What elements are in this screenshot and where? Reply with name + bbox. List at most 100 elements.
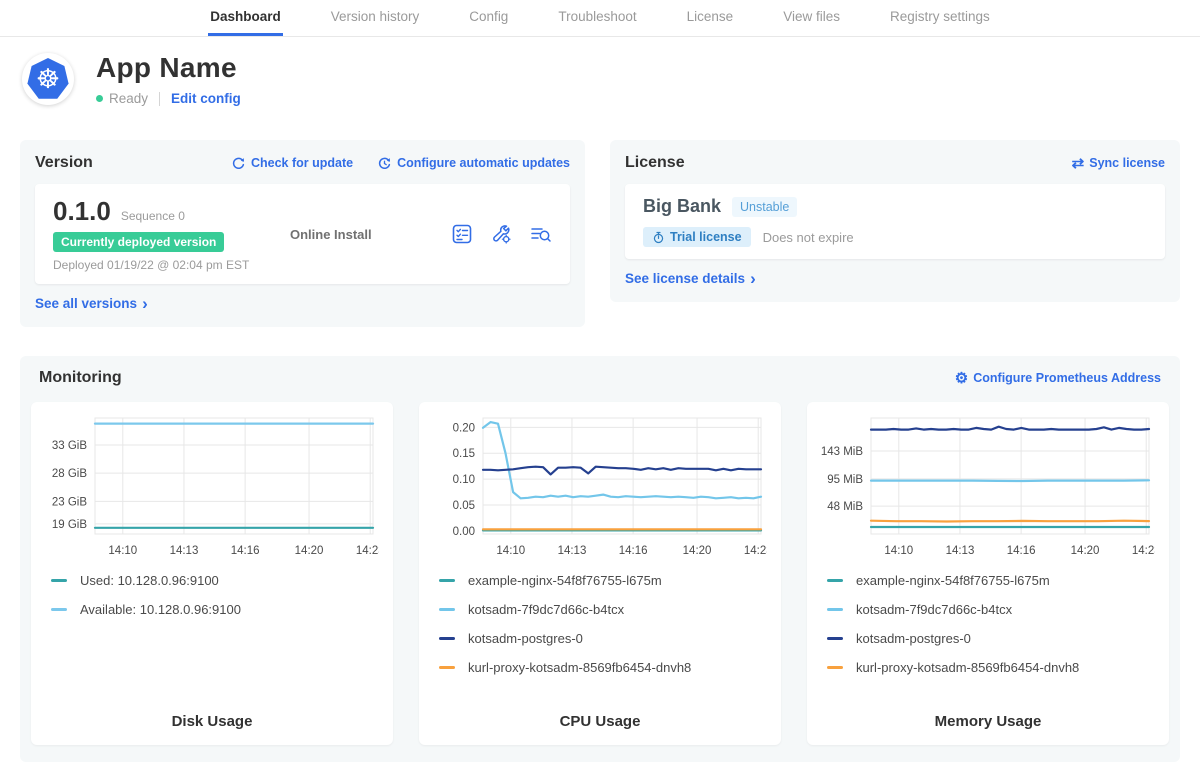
svg-text:14:10: 14:10 xyxy=(884,545,913,557)
disk-usage-legend: Used: 10.128.0.96:9100 Available: 10.128.… xyxy=(45,573,379,631)
svg-text:14:16: 14:16 xyxy=(231,545,260,557)
svg-text:23 GiB: 23 GiB xyxy=(52,496,87,508)
license-card: Big Bank Unstable Trial license Does not… xyxy=(625,184,1165,259)
legend-label: kotsadm-7f9dc7d66c-b4tcx xyxy=(856,602,1012,617)
legend-dash xyxy=(827,579,843,582)
sync-license-link[interactable]: ⇄ Sync license xyxy=(1072,154,1165,172)
svg-text:0.20: 0.20 xyxy=(453,422,475,434)
svg-text:19 GiB: 19 GiB xyxy=(52,519,87,531)
legend-dash xyxy=(51,608,67,611)
sync-license-label: Sync license xyxy=(1089,156,1165,170)
version-details: 0.1.0 Sequence 0 Currently deployed vers… xyxy=(53,196,290,272)
install-type-label: Online Install xyxy=(290,227,451,242)
configure-automatic-updates-label: Configure automatic updates xyxy=(397,156,570,170)
legend-label: kurl-proxy-kotsadm-8569fb6454-dnvh8 xyxy=(856,660,1079,675)
monitoring-header: Monitoring ⚙ Configure Prometheus Addres… xyxy=(30,369,1170,387)
app-status-row: Ready Edit config xyxy=(96,91,241,106)
legend-label: Available: 10.128.0.96:9100 xyxy=(80,602,241,617)
svg-text:14:20: 14:20 xyxy=(1071,545,1100,557)
legend-label: kotsadm-7f9dc7d66c-b4tcx xyxy=(468,602,624,617)
legend-label: kurl-proxy-kotsadm-8569fb6454-dnvh8 xyxy=(468,660,691,675)
channel-badge: Unstable xyxy=(732,197,797,217)
legend-item: kotsadm-7f9dc7d66c-b4tcx xyxy=(439,602,767,617)
legend-label: example-nginx-54f8f76755-l675m xyxy=(856,573,1050,588)
svg-text:14:13: 14:13 xyxy=(170,545,199,557)
tab-version-history[interactable]: Version history xyxy=(329,0,422,36)
app-info: App Name Ready Edit config xyxy=(96,52,241,106)
svg-text:14:16: 14:16 xyxy=(1007,545,1036,557)
legend-item: kotsadm-7f9dc7d66c-b4tcx xyxy=(827,602,1155,617)
see-all-versions-label: See all versions xyxy=(35,296,137,311)
view-logs-icon[interactable] xyxy=(529,223,552,245)
svg-text:28 GiB: 28 GiB xyxy=(52,468,87,480)
legend-item: example-nginx-54f8f76755-l675m xyxy=(827,573,1155,588)
svg-text:48 MiB: 48 MiB xyxy=(827,501,863,513)
legend-label: kotsadm-postgres-0 xyxy=(468,631,583,646)
tab-dashboard[interactable]: Dashboard xyxy=(208,0,283,36)
monitoring-title: Monitoring xyxy=(39,369,122,387)
svg-text:14:23: 14:23 xyxy=(744,545,767,557)
monitoring-panel: Monitoring ⚙ Configure Prometheus Addres… xyxy=(20,356,1180,762)
svg-text:95 MiB: 95 MiB xyxy=(827,474,863,486)
svg-text:14:20: 14:20 xyxy=(295,545,324,557)
legend-item: kurl-proxy-kotsadm-8569fb6454-dnvh8 xyxy=(439,660,767,675)
preflight-checks-icon[interactable] xyxy=(451,223,473,245)
stopwatch-icon xyxy=(652,231,665,244)
current-version-card: 0.1.0 Sequence 0 Currently deployed vers… xyxy=(35,184,570,284)
configure-prometheus-link[interactable]: ⚙ Configure Prometheus Address xyxy=(955,371,1161,385)
tab-view-files[interactable]: View files xyxy=(781,0,842,36)
app-logo: ☸ xyxy=(22,53,74,105)
memory-usage-chart: 48 MiB95 MiB143 MiB14:1014:1314:1614:201… xyxy=(821,412,1155,564)
sync-arrows-icon: ⇄ xyxy=(1072,154,1085,172)
see-license-details-link[interactable]: See license details › xyxy=(625,271,756,286)
cpu-usage-chart: 0.000.050.100.150.2014:1014:1314:1614:20… xyxy=(433,412,767,564)
tab-license[interactable]: License xyxy=(685,0,736,36)
configure-automatic-updates-link[interactable]: Configure automatic updates xyxy=(377,156,570,171)
version-panel-header: Version Check for update Configure autom… xyxy=(35,154,570,172)
legend-item: kotsadm-postgres-0 xyxy=(827,631,1155,646)
version-links: Check for update Configure automatic upd… xyxy=(231,156,570,171)
svg-text:14:23: 14:23 xyxy=(1132,545,1155,557)
trial-license-label: Trial license xyxy=(670,230,742,244)
legend-dash xyxy=(439,666,455,669)
chevron-right-icon: › xyxy=(142,299,148,309)
refresh-icon xyxy=(231,156,246,171)
chart-canvas: 0.000.050.100.150.2014:1014:1314:1614:20… xyxy=(433,412,767,564)
disk-usage-chart: 19 GiB23 GiB28 GiB33 GiB14:1014:1314:161… xyxy=(45,412,379,564)
app-header: ☸ App Name Ready Edit config xyxy=(0,37,1200,119)
charts-row: 19 GiB23 GiB28 GiB33 GiB14:1014:1314:161… xyxy=(30,402,1170,745)
legend-dash xyxy=(439,637,455,640)
license-expiration: Does not expire xyxy=(763,230,854,245)
license-panel-header: License ⇄ Sync license xyxy=(625,154,1165,172)
tab-troubleshoot[interactable]: Troubleshoot xyxy=(556,0,638,36)
config-wrench-icon[interactable] xyxy=(490,223,512,245)
version-action-icons xyxy=(451,223,552,245)
legend-label: example-nginx-54f8f76755-l675m xyxy=(468,573,662,588)
disk-usage-title: Disk Usage xyxy=(45,713,379,735)
app-name-title: App Name xyxy=(96,52,241,84)
legend-dash xyxy=(51,579,67,582)
version-panel: Version Check for update Configure autom… xyxy=(20,140,585,327)
svg-text:14:20: 14:20 xyxy=(683,545,712,557)
legend-item: Used: 10.128.0.96:9100 xyxy=(51,573,379,588)
disk-usage-card: 19 GiB23 GiB28 GiB33 GiB14:1014:1314:161… xyxy=(31,402,393,745)
legend-label: kotsadm-postgres-0 xyxy=(856,631,971,646)
edit-config-link[interactable]: Edit config xyxy=(171,91,241,106)
check-for-update-link[interactable]: Check for update xyxy=(231,156,353,171)
ready-status-text: Ready xyxy=(109,91,148,106)
tab-registry-settings[interactable]: Registry settings xyxy=(888,0,992,36)
svg-text:0.00: 0.00 xyxy=(453,526,475,538)
license-panel: License ⇄ Sync license Big Bank Unstable… xyxy=(610,140,1180,302)
legend-item: kurl-proxy-kotsadm-8569fb6454-dnvh8 xyxy=(827,660,1155,675)
ready-status-dot xyxy=(96,95,103,102)
memory-usage-card: 48 MiB95 MiB143 MiB14:1014:1314:1614:201… xyxy=(807,402,1169,745)
svg-text:0.05: 0.05 xyxy=(453,500,475,512)
svg-text:0.15: 0.15 xyxy=(453,448,475,460)
divider xyxy=(159,92,160,106)
tab-config[interactable]: Config xyxy=(467,0,510,36)
version-title: Version xyxy=(35,154,93,172)
chart-canvas: 19 GiB23 GiB28 GiB33 GiB14:1014:1314:161… xyxy=(45,412,379,564)
see-all-versions-link[interactable]: See all versions › xyxy=(35,296,148,311)
trial-license-badge: Trial license xyxy=(643,227,751,247)
chevron-right-icon: › xyxy=(750,274,756,284)
